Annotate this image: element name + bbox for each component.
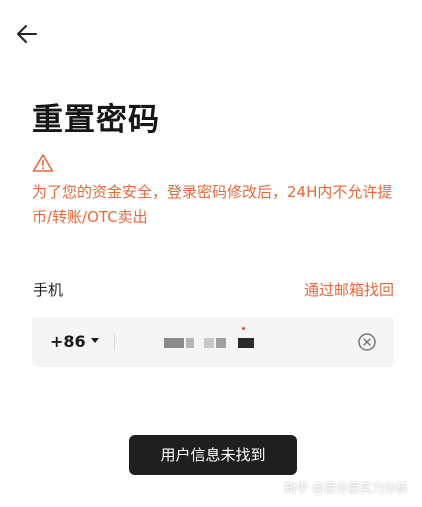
- masked-phone-number: [164, 338, 254, 348]
- arrow-left-icon: [17, 25, 37, 43]
- security-warning-text: 为了您的资金安全，登录密码修改后，24H内不允许提币/转账/OTC卖出: [32, 183, 393, 226]
- cursor-dot: [242, 327, 245, 330]
- phone-label: 手机: [33, 281, 64, 299]
- clear-button[interactable]: [357, 332, 377, 352]
- caret-down-icon: [90, 338, 99, 343]
- phone-input[interactable]: +86: [32, 317, 394, 367]
- page-title: 重置密码: [32, 102, 160, 138]
- toast-message: 用户信息未找到: [129, 435, 297, 475]
- back-button[interactable]: [14, 20, 42, 48]
- field-divider: [114, 334, 115, 350]
- clear-circle-icon: [358, 333, 376, 351]
- country-code-select[interactable]: +86: [50, 332, 99, 351]
- country-code-value: +86: [50, 332, 86, 351]
- warning-triangle-icon: [32, 154, 54, 172]
- watermark: 知乎 @百分百实力分析: [284, 481, 408, 495]
- recover-by-email-link[interactable]: 通过邮箱找回: [304, 279, 394, 300]
